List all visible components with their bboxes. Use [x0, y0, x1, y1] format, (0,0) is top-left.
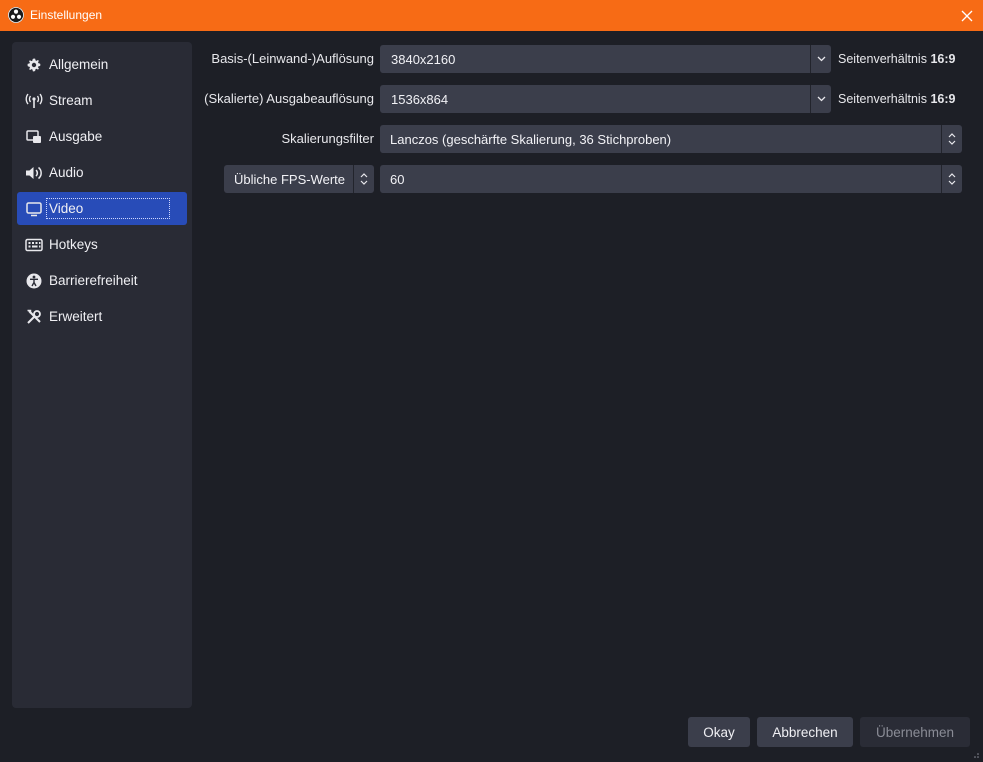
fps-value-select[interactable]: 60: [380, 165, 962, 193]
sidebar-item-label: Hotkeys: [49, 237, 98, 252]
speaker-icon: [25, 164, 43, 182]
sidebar-item-label: Erweitert: [49, 309, 103, 324]
obs-logo-icon: [8, 7, 24, 23]
sidebar-item-audio[interactable]: Audio: [17, 156, 187, 189]
dropdown-button[interactable]: [810, 85, 831, 113]
output-icon: [25, 128, 43, 146]
scale-filter-label: Skalierungsfilter: [281, 131, 375, 146]
select-arrows[interactable]: [353, 165, 374, 193]
settings-sidebar: Allgemein Stream Ausgabe Audio Video Hot…: [12, 42, 192, 708]
scale-filter-value: Lanczos (geschärfte Skalierung, 36 Stich…: [390, 132, 672, 147]
sidebar-item-label: Barrierefreiheit: [49, 273, 138, 288]
sidebar-item-stream[interactable]: Stream: [17, 84, 187, 117]
scale-filter-select[interactable]: Lanczos (geschärfte Skalierung, 36 Stich…: [380, 125, 962, 153]
sidebar-item-hotkeys[interactable]: Hotkeys: [17, 228, 187, 261]
aspect-ratio-value: 16:9: [930, 92, 956, 106]
keyboard-icon: [25, 236, 43, 254]
resize-grip-icon[interactable]: [971, 750, 979, 758]
sidebar-item-video[interactable]: Video: [17, 192, 187, 225]
dropdown-button[interactable]: [810, 45, 831, 73]
tools-icon: [25, 308, 43, 326]
chevron-down-icon: [817, 96, 825, 102]
output-resolution-combobox[interactable]: 1536x864: [380, 85, 831, 113]
close-icon: [961, 10, 973, 21]
output-resolution-value: 1536x864: [391, 92, 449, 107]
select-arrows[interactable]: [941, 165, 962, 193]
accessibility-icon: [25, 272, 43, 290]
apply-button[interactable]: Übernehmen: [860, 717, 970, 747]
output-resolution-label: (Skalierte) Ausgabeauflösung: [204, 91, 374, 106]
sidebar-item-label: Audio: [49, 165, 84, 180]
chevron-down-icon: [817, 56, 825, 62]
base-aspect-ratio: Seitenverhältnis 16:9: [838, 52, 955, 66]
ok-button[interactable]: Okay: [688, 717, 750, 747]
antenna-icon: [25, 92, 43, 110]
aspect-ratio-prefix: Seitenverhältnis: [838, 52, 927, 66]
updown-chevron-icon: [948, 173, 956, 185]
updown-chevron-icon: [360, 173, 368, 185]
sidebar-item-label: Video: [46, 198, 171, 219]
sidebar-item-label: Stream: [49, 93, 93, 108]
sidebar-item-label: Allgemein: [49, 57, 109, 72]
title-bar[interactable]: Einstellungen: [0, 0, 983, 31]
gear-icon: [25, 56, 43, 74]
cancel-button[interactable]: Abbrechen: [757, 717, 853, 747]
fps-type-value: Übliche FPS-Werte: [234, 172, 346, 187]
select-arrows[interactable]: [941, 125, 962, 153]
output-aspect-ratio: Seitenverhältnis 16:9: [838, 92, 955, 106]
monitor-icon: [25, 200, 43, 218]
aspect-ratio-value: 16:9: [930, 52, 956, 66]
sidebar-item-label: Ausgabe: [49, 129, 103, 144]
close-button[interactable]: [951, 0, 983, 31]
base-resolution-combobox[interactable]: 3840x2160: [380, 45, 831, 73]
base-resolution-label: Basis-(Leinwand-)Auflösung: [211, 51, 374, 66]
sidebar-item-barrierefreiheit[interactable]: Barrierefreiheit: [17, 264, 187, 297]
sidebar-item-ausgabe[interactable]: Ausgabe: [17, 120, 187, 153]
aspect-ratio-prefix: Seitenverhältnis: [838, 92, 927, 106]
fps-type-select[interactable]: Übliche FPS-Werte: [224, 165, 374, 193]
updown-chevron-icon: [948, 133, 956, 145]
sidebar-item-erweitert[interactable]: Erweitert: [17, 300, 187, 333]
window-title: Einstellungen: [30, 8, 103, 22]
sidebar-item-allgemein[interactable]: Allgemein: [17, 48, 187, 81]
fps-value: 60: [390, 172, 405, 187]
base-resolution-value: 3840x2160: [391, 52, 456, 67]
